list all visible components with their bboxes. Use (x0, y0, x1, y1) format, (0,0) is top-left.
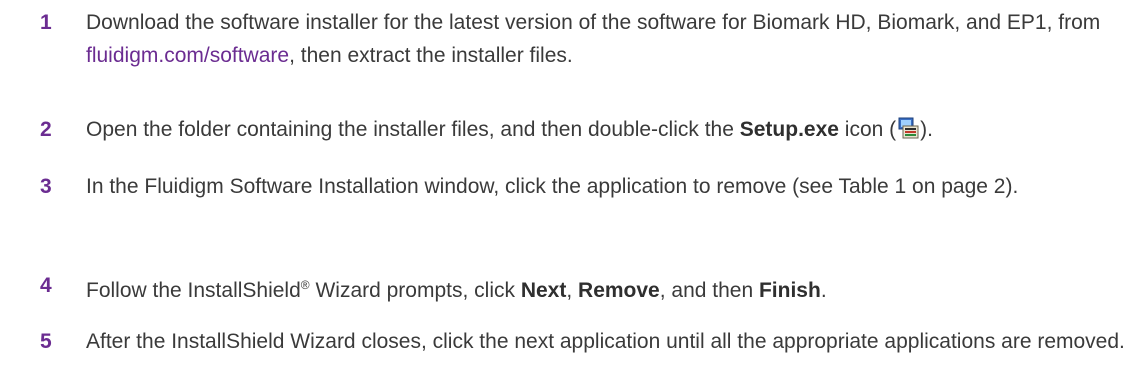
step-number: 5 (40, 330, 52, 353)
step-text-part: icon ( (838, 118, 897, 141)
step-number: 3 (40, 175, 52, 198)
step-text-part: Download the software installer for the … (86, 11, 1101, 34)
installation-steps: 1 Download the software installer for th… (0, 0, 1127, 388)
next-label: Next (520, 279, 567, 302)
registered-mark: ® (300, 278, 310, 292)
software-link[interactable]: fluidigm.com/software (86, 44, 289, 67)
step-text-part: . (820, 279, 827, 302)
step-text: Open the folder containing the installer… (86, 113, 1126, 146)
remove-label: Remove (578, 279, 660, 302)
step-text-part: , (566, 279, 579, 302)
step-text: Download the software installer for the … (86, 6, 1126, 72)
setup-exe-label: Setup.exe (739, 118, 839, 141)
step-number: 2 (40, 118, 52, 141)
step-text-part: , and then (659, 279, 759, 302)
step-text: After the InstallShield Wizard closes, c… (86, 330, 1125, 353)
step-text-part: Follow the InstallShield (86, 279, 301, 302)
step-text: In the Fluidigm Software Installation wi… (86, 175, 1019, 198)
step-number: 4 (40, 274, 52, 297)
step-text-part: ). (920, 118, 933, 141)
step-number: 1 (40, 11, 52, 34)
step-text-part: , then extract the installer files. (289, 44, 573, 67)
step-text: Follow the InstallShield® Wizard prompts… (86, 269, 1126, 307)
finish-label: Finish (758, 279, 821, 302)
step-text-part: Wizard prompts, click (309, 279, 521, 302)
setup-exe-icon (896, 116, 920, 140)
step-text-part: Open the folder containing the installer… (86, 118, 740, 141)
